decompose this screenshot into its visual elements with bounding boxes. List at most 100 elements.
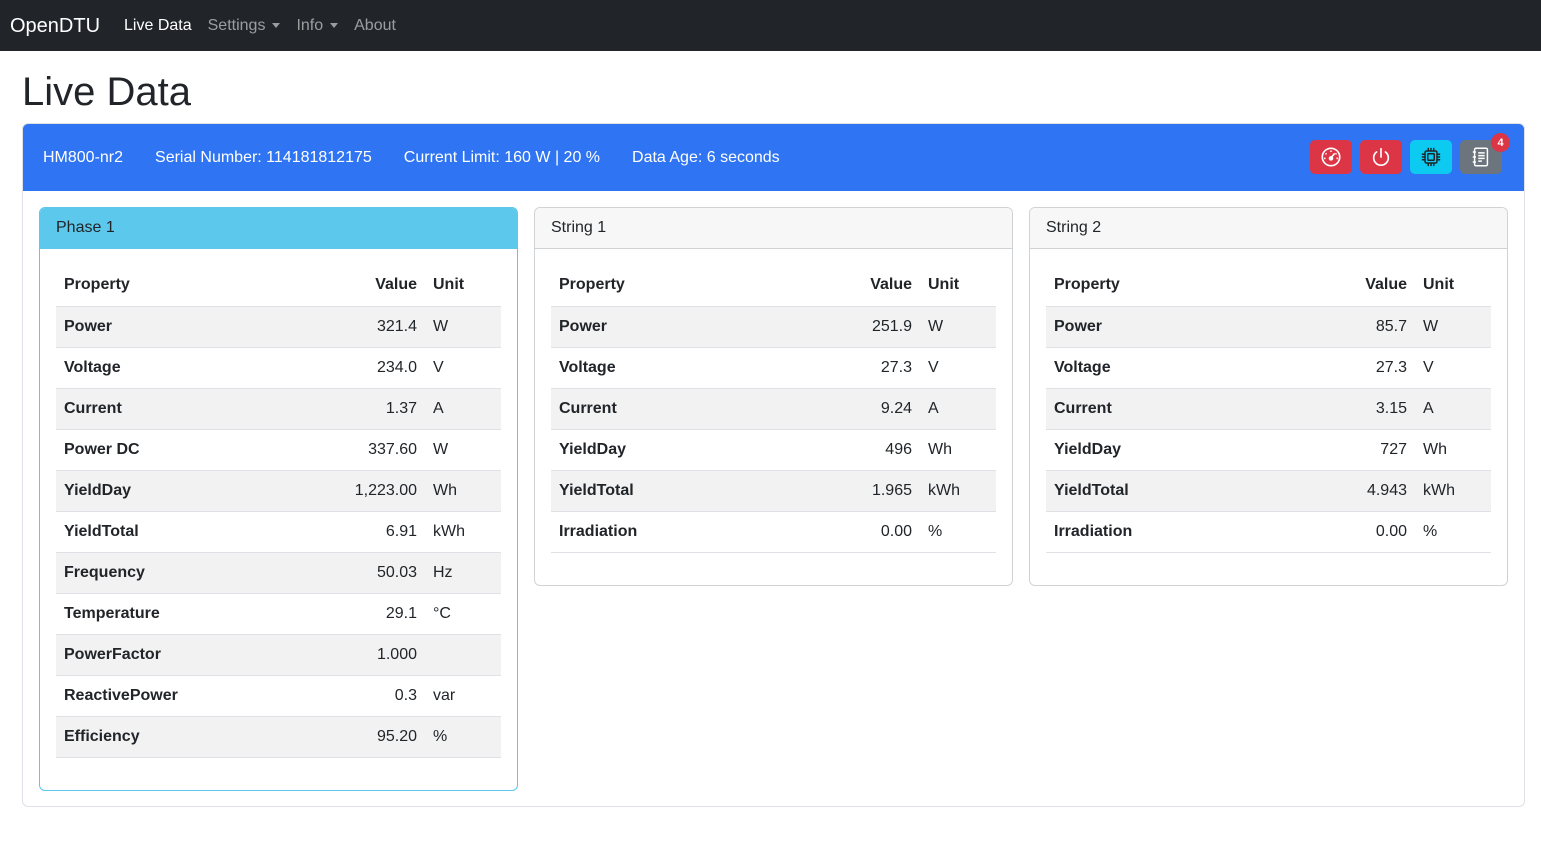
row-unit: Wh: [1415, 429, 1491, 471]
table-row: YieldTotal 1.965 kWh: [551, 470, 996, 512]
row-value: 6.91: [286, 511, 425, 553]
inverter-card: HM800-nr2 Serial Number: 114181812175 Cu…: [22, 123, 1525, 807]
table-row: Irradiation 0.00%: [1046, 511, 1491, 553]
data-age: Data Age: 6 seconds: [632, 148, 780, 166]
row-unit: W: [425, 306, 501, 348]
row-unit: W: [425, 429, 501, 471]
row-value: 50.03: [286, 552, 425, 594]
table-row: Irradiation 0.00%: [551, 511, 996, 553]
card-title: String 2: [1030, 208, 1507, 249]
row-unit: W: [1415, 306, 1491, 348]
row-property: Current: [1046, 388, 1275, 430]
row-value: 321.4: [286, 306, 425, 348]
row-value: 337.60: [286, 429, 425, 471]
page-title: Live Data: [22, 70, 191, 114]
table-row: Power 321.4 W: [56, 306, 501, 348]
row-property: Voltage: [1046, 347, 1275, 389]
power-icon: [1372, 147, 1390, 166]
row-unit: [425, 634, 501, 676]
string-2-table: Property Value Unit Power 85.7 W Voltage 27…: [1046, 265, 1491, 553]
table-row: Power 251.9 W: [551, 306, 996, 348]
cpu-icon: [1421, 147, 1441, 167]
row-property: PowerFactor: [56, 634, 287, 676]
caret-down-icon: [330, 23, 339, 28]
row-unit: Wh: [920, 429, 996, 471]
row-unit: A: [920, 388, 996, 430]
row-value: 0.00: [1274, 511, 1415, 553]
row-value: 1.000: [286, 634, 425, 676]
row-unit: °C: [425, 593, 501, 635]
table-row: YieldDay 727 Wh: [1046, 429, 1491, 471]
row-property: YieldTotal: [1046, 470, 1275, 512]
row-value: 3.15: [1274, 388, 1415, 430]
row-property: Power: [1046, 306, 1275, 348]
col-header-property: Property: [551, 265, 780, 307]
row-property: Irradiation: [1046, 511, 1275, 553]
row-property: Current: [551, 388, 780, 430]
nav-about[interactable]: About: [354, 17, 396, 35]
table-row: Voltage 234.0 V: [56, 347, 501, 389]
row-value: 234.0: [286, 347, 425, 389]
event-count-badge: 4: [1491, 133, 1510, 152]
row-unit: %: [425, 716, 501, 758]
col-header-unit: Unit: [920, 265, 996, 307]
row-property: Voltage: [551, 347, 780, 389]
row-unit: V: [425, 347, 501, 389]
row-unit: %: [920, 511, 996, 553]
string-2-card: String 2 Property Value Unit Power 85.7 W …: [1029, 207, 1508, 586]
table-row: Current 9.24 A: [551, 388, 996, 430]
row-value: 1.37: [286, 388, 425, 430]
row-value: 27.3: [1274, 347, 1415, 389]
row-property: Irradiation: [551, 511, 780, 553]
nav-live-data[interactable]: Live Data: [124, 17, 192, 35]
device-info-button[interactable]: [1410, 140, 1452, 174]
journal-icon: [1472, 147, 1489, 167]
phase-1-table: Property Value Unit Power 321.4 W Voltage 2…: [56, 265, 501, 758]
col-header-unit: Unit: [1415, 265, 1491, 307]
brand-logo-text[interactable]: OpenDTU: [10, 16, 100, 36]
col-header-property: Property: [56, 265, 287, 307]
row-value: 0.00: [779, 511, 920, 553]
row-property: YieldDay: [551, 429, 780, 471]
table-row: YieldTotal 6.91 kWh: [56, 511, 501, 553]
nav-settings-dropdown[interactable]: Settings: [208, 17, 281, 35]
table-row: YieldDay 496 Wh: [551, 429, 996, 471]
string-1-card: String 1 Property Value Unit Power 251.9 W…: [534, 207, 1013, 586]
table-row: Current 3.15 A: [1046, 388, 1491, 430]
row-unit: %: [1415, 511, 1491, 553]
inverter-header: HM800-nr2 Serial Number: 114181812175 Cu…: [23, 124, 1524, 191]
table-row: YieldDay 1,223.00 Wh: [56, 470, 501, 512]
string-1-table: Property Value Unit Power 251.9 W Voltage 2…: [551, 265, 996, 553]
table-row: Temperature 29.1 °C: [56, 593, 501, 635]
power-control-button[interactable]: [1360, 140, 1402, 174]
row-value: 251.9: [779, 306, 920, 348]
col-header-unit: Unit: [425, 265, 501, 307]
current-limit: Current Limit: 160 W | 20 %: [403, 148, 601, 166]
table-row: Power 85.7 W: [1046, 306, 1491, 348]
row-property: Voltage: [56, 347, 287, 389]
row-unit: Hz: [425, 552, 501, 594]
event-log-button[interactable]: 4: [1460, 133, 1510, 174]
row-value: 9.24: [779, 388, 920, 430]
row-value: 727: [1274, 429, 1415, 471]
table-row: Frequency 50.03 Hz: [56, 552, 501, 594]
row-value: 29.1: [286, 593, 425, 635]
table-row: Efficiency 95.20%: [56, 716, 501, 758]
row-unit: kWh: [425, 511, 501, 553]
row-value: 27.3: [779, 347, 920, 389]
row-property: Efficiency: [56, 716, 287, 758]
row-unit: V: [1415, 347, 1491, 389]
nav-info-dropdown[interactable]: Info: [296, 17, 339, 35]
row-property: YieldTotal: [551, 470, 780, 512]
table-row: YieldTotal 4.943 kWh: [1046, 470, 1491, 512]
row-property: Power: [56, 306, 287, 348]
limit-settings-button[interactable]: [1310, 140, 1352, 174]
row-value: 1,223.00: [286, 470, 425, 512]
phase-1-card: Phase 1 Property Value Unit Power 321.4 W …: [39, 207, 518, 791]
row-property: Temperature: [56, 593, 287, 635]
row-property: Current: [56, 388, 287, 430]
table-row: ReactivePower 0.3 var: [56, 675, 501, 717]
nav-settings-label: Settings: [207, 16, 266, 34]
card-title: String 1: [535, 208, 1012, 249]
row-property: YieldDay: [56, 470, 287, 512]
